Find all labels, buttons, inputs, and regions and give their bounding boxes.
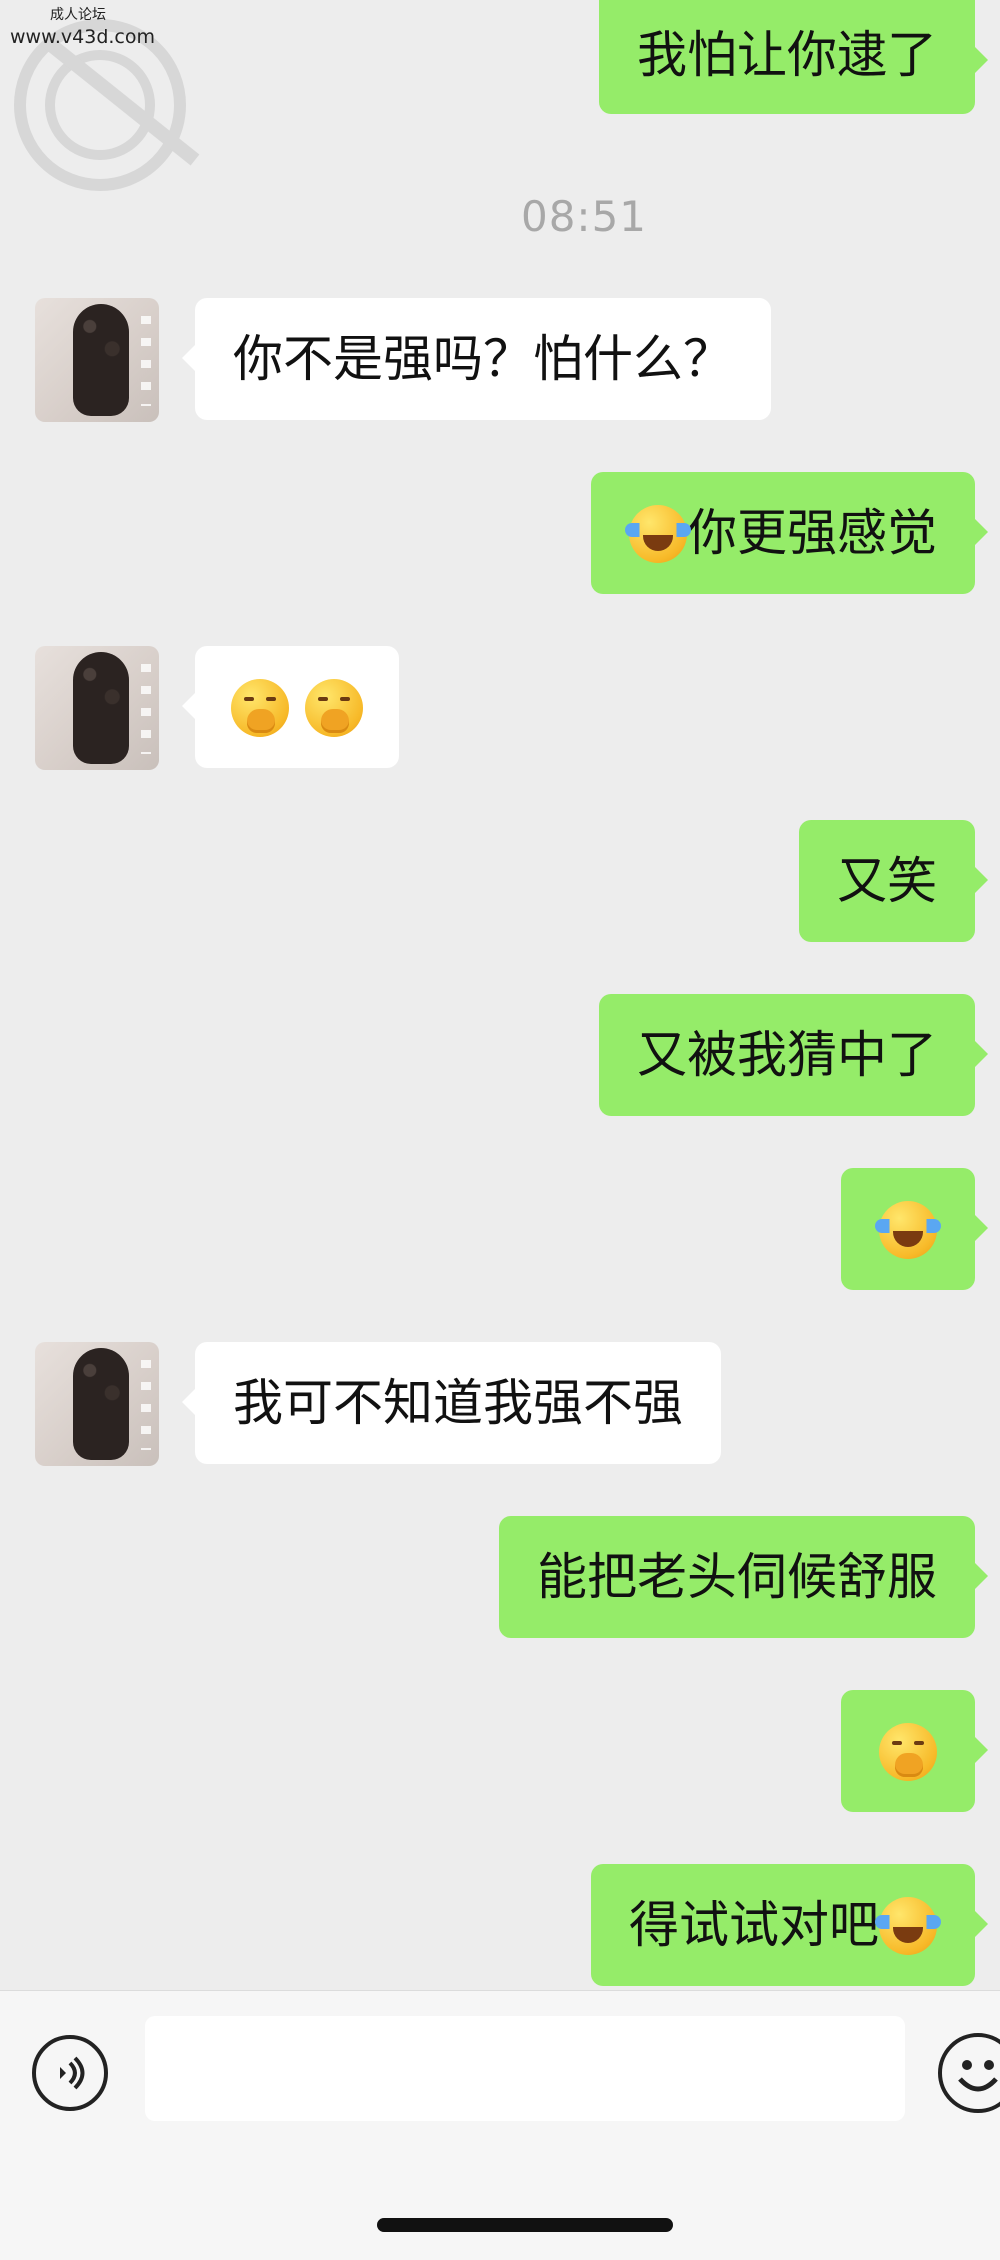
voice-button[interactable] xyxy=(32,2035,108,2111)
message-text: 又笑 xyxy=(837,852,937,910)
watermark: 成人论坛 www.v43d.com xyxy=(0,0,210,210)
message-bubble-outgoing[interactable] xyxy=(841,1168,988,1290)
message-text: 我可不知道我强不强 xyxy=(233,1374,683,1432)
chat-area: 成人论坛 www.v43d.com 我怕让你逮了 08:51 你不是强吗？怕什么… xyxy=(0,0,1000,1990)
watermark-line1: 成人论坛 xyxy=(50,7,106,23)
message-bubble-outgoing[interactable]: 你更强感觉 xyxy=(591,472,988,594)
face-with-tears-of-joy-icon xyxy=(875,1896,941,1955)
watermark-line2: www.v43d.com xyxy=(10,26,156,48)
message-bubble-outgoing[interactable]: 又笑 xyxy=(799,820,988,942)
emoji-icon xyxy=(958,2060,998,2092)
emoji-button[interactable] xyxy=(938,2033,1000,2113)
voice-icon xyxy=(60,2056,85,2090)
face-with-hand-over-mouth-icon xyxy=(231,678,289,737)
message-text: 又被我猜中了 xyxy=(637,1026,937,1084)
input-toolbar xyxy=(0,1990,1000,2260)
timestamp: 08:51 xyxy=(520,192,648,241)
face-with-hand-over-mouth-icon xyxy=(879,1722,937,1781)
message-bubble-outgoing[interactable] xyxy=(841,1690,988,1812)
avatar[interactable] xyxy=(35,646,159,770)
message-text: 我怕让你逮了 xyxy=(637,26,937,84)
face-with-hand-over-mouth-icon xyxy=(304,678,363,737)
avatar[interactable] xyxy=(35,298,159,422)
message-bubble-outgoing[interactable]: 得试试对吧 xyxy=(591,1864,988,1986)
message-bubble-outgoing[interactable]: 能把老头伺候舒服 xyxy=(499,1516,988,1638)
message-text: 你更强感觉 xyxy=(687,504,937,562)
message-bubble-outgoing[interactable]: 又被我猜中了 xyxy=(599,994,988,1116)
avatar[interactable] xyxy=(35,1342,159,1466)
message-bubble-outgoing[interactable]: 我怕让你逮了 xyxy=(599,0,988,114)
message-text: 你不是强吗？怕什么？ xyxy=(233,330,733,388)
message-input[interactable] xyxy=(145,2016,905,2121)
message-bubble-incoming[interactable]: 我可不知道我强不强 xyxy=(182,1342,721,1464)
message-bubble-incoming[interactable] xyxy=(182,646,399,768)
face-with-tears-of-joy-icon xyxy=(875,1200,941,1259)
face-with-tears-of-joy-icon xyxy=(625,504,691,563)
message-bubble-incoming[interactable]: 你不是强吗？怕什么？ xyxy=(182,298,771,420)
home-indicator[interactable] xyxy=(377,2218,673,2232)
message-text: 能把老头伺候舒服 xyxy=(537,1548,937,1606)
message-text: 得试试对吧 xyxy=(629,1896,879,1954)
